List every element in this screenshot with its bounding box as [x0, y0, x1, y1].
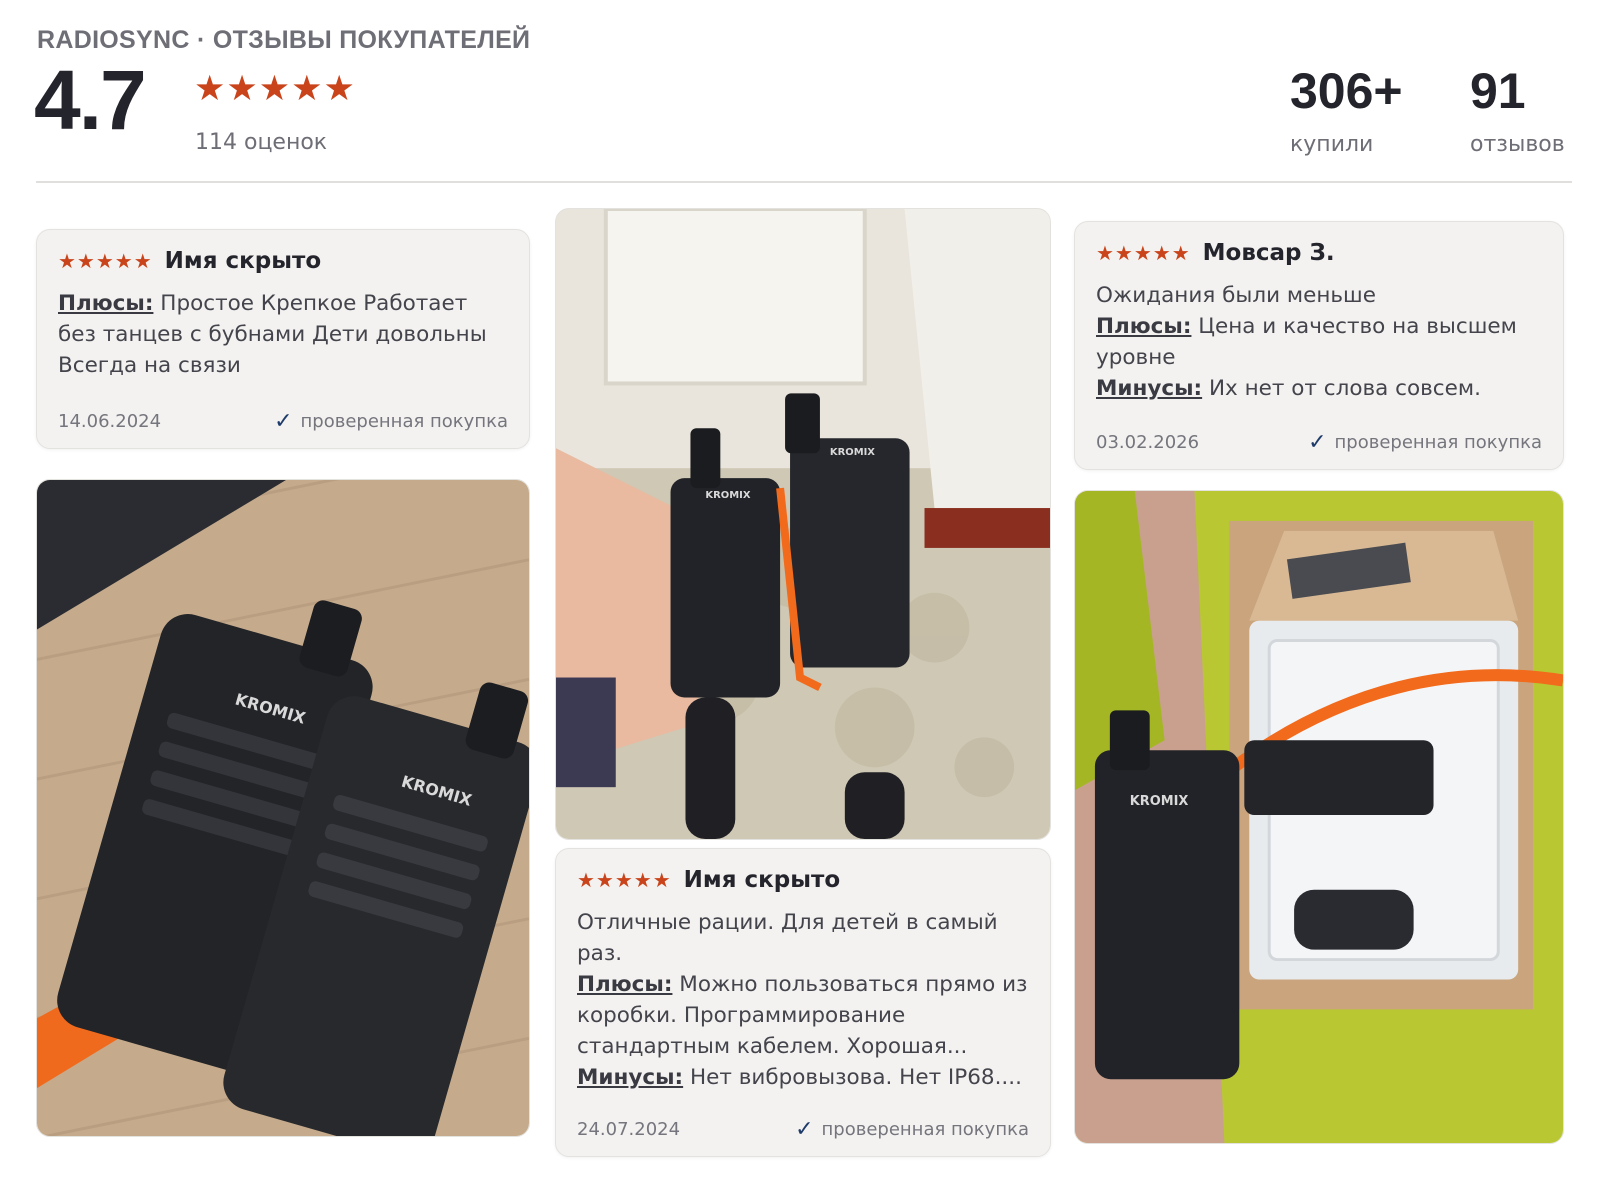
reviewer-name: Имя скрыто — [164, 248, 322, 274]
check-icon: ✓ — [274, 409, 293, 434]
check-icon: ✓ — [795, 1117, 814, 1142]
rating-count: 114 оценок — [195, 130, 328, 155]
review-text: Отличные рации. Для детей в самый раз. — [577, 910, 998, 966]
svg-text:KROMIX: KROMIX — [830, 447, 875, 458]
cons-label: Минусы: — [1096, 376, 1203, 401]
review-photo[interactable]: KROMIX KROMIX — [555, 208, 1051, 840]
review-card[interactable]: ★★★★★ Мовсар З. Ожидания были меньше Плю… — [1074, 221, 1564, 470]
reviews-stat[interactable]: 91 отзывов — [1470, 66, 1565, 157]
review-stars-icon: ★★★★★ — [58, 249, 153, 273]
reviews-label: отзывов — [1470, 132, 1565, 157]
review-photo[interactable]: KROMIX — [1074, 490, 1564, 1144]
review-stars-icon: ★★★★★ — [577, 868, 672, 892]
review-stars-icon: ★★★★★ — [1096, 241, 1191, 265]
cons-text: Их нет от слова совсем. — [1208, 376, 1481, 401]
verified-badge: ✓ проверенная покупка — [1308, 430, 1542, 455]
reviewer-name: Мовсар З. — [1202, 240, 1335, 266]
verified-badge: ✓ проверенная покупка — [274, 409, 508, 434]
bought-label: купили — [1290, 132, 1374, 157]
radios-on-table-image: KROMIX KROMIX — [37, 480, 529, 1136]
unboxing-image: KROMIX — [1075, 491, 1563, 1143]
average-rating: 4.7 — [34, 53, 147, 147]
bought-stat: 306+ купили — [1290, 66, 1403, 157]
bought-count: 306+ — [1290, 63, 1403, 119]
verified-badge: ✓ проверенная покупка — [795, 1117, 1029, 1142]
pros-label: Плюсы: — [1096, 314, 1192, 339]
header-divider — [36, 181, 1572, 183]
rating-stars-icon: ★★★★★ — [194, 69, 356, 109]
svg-text:KROMIX: KROMIX — [1130, 794, 1189, 809]
verified-label: проверенная покупка — [821, 1119, 1029, 1140]
review-card[interactable]: ★★★★★ Имя скрыто Плюсы: Простое Крепкое … — [36, 229, 530, 449]
svg-text:KROMIX: KROMIX — [705, 490, 750, 501]
page-title: RADIOSYNC · ОТЗЫВЫ ПОКУПАТЕЛЕЙ — [37, 26, 531, 54]
pros-label: Плюсы: — [58, 291, 154, 316]
reviews-count: 91 — [1470, 63, 1526, 119]
radios-in-hand-image: KROMIX KROMIX — [556, 209, 1050, 839]
pros-label: Плюсы: — [577, 972, 673, 997]
review-photo[interactable]: KROMIX KROMIX — [36, 479, 530, 1137]
reviewer-name: Имя скрыто — [683, 867, 841, 893]
review-text: Ожидания были меньше — [1096, 283, 1376, 308]
verified-label: проверенная покупка — [300, 411, 508, 432]
review-date: 03.02.2026 — [1096, 432, 1200, 453]
review-card[interactable]: ★★★★★ Имя скрыто Отличные рации. Для дет… — [555, 848, 1051, 1157]
review-date: 24.07.2024 — [577, 1119, 681, 1140]
review-date: 14.06.2024 — [58, 411, 162, 432]
check-icon: ✓ — [1308, 430, 1327, 455]
cons-label: Минусы: — [577, 1065, 684, 1090]
cons-text: Нет вибровызова. Нет IP68.... — [689, 1065, 1022, 1090]
verified-label: проверенная покупка — [1334, 432, 1542, 453]
